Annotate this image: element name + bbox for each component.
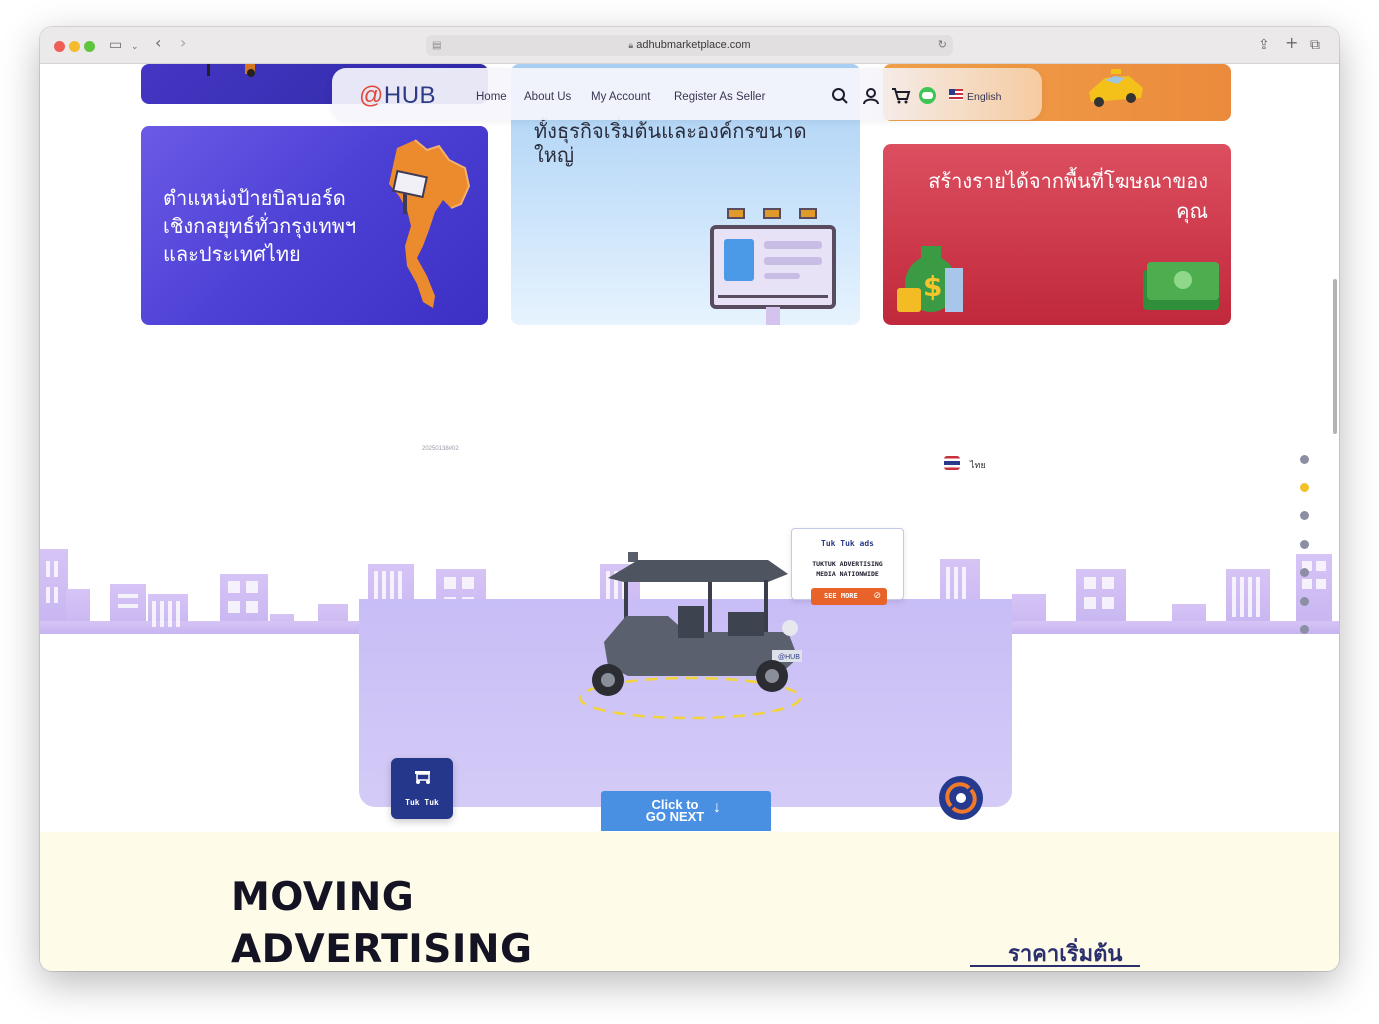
cart-icon[interactable] xyxy=(891,87,911,105)
section-heading-line-2: ADVERTISING xyxy=(231,927,533,971)
svg-text:$: $ xyxy=(923,270,942,303)
page-viewport: ทั้งธุรกิจเริ่มต้นและองค์กรขนาด ใหญ่ ตำแ… xyxy=(40,64,1339,971)
logo-symbol: @ xyxy=(359,82,384,109)
tuktuk-category-button[interactable]: Tuk Tuk xyxy=(391,758,453,819)
section-dot[interactable] xyxy=(1300,568,1309,577)
page-settings-icon[interactable]: ▤ xyxy=(432,35,441,56)
tuktuk-category-label: Tuk Tuk xyxy=(405,798,439,807)
go-next-label-2: GO NEXT xyxy=(645,809,705,824)
see-more-button[interactable]: SEE MORE ⊘ xyxy=(811,588,887,605)
see-more-label: SEE MORE xyxy=(824,592,858,600)
chat-search-icon: ⊘ xyxy=(873,590,881,600)
sidebar-toggle-icon[interactable]: ▭ xyxy=(109,37,122,53)
language-selector[interactable]: English xyxy=(967,91,1001,103)
forward-button[interactable]: › xyxy=(180,35,186,51)
user-icon[interactable] xyxy=(862,87,880,105)
share-icon[interactable]: ⇪ xyxy=(1258,37,1270,53)
section-dot[interactable] xyxy=(1300,625,1309,634)
logo-text: HUB xyxy=(383,82,437,109)
site-logo[interactable]: @HUB xyxy=(359,82,436,110)
rotate-view-icon[interactable] xyxy=(939,776,983,820)
back-button[interactable]: ‹ xyxy=(155,35,161,51)
line-chat-icon[interactable] xyxy=(919,87,936,104)
price-underline xyxy=(970,965,1140,967)
section-dot[interactable] xyxy=(1300,511,1309,520)
hero-code-text: 20250138#02 xyxy=(422,446,459,452)
card-business-text: ทั้งธุรกิจเริ่มต้นและองค์กรขนาด ใหญ่ xyxy=(534,119,807,167)
thai-language-link[interactable]: ไทย xyxy=(970,458,986,472)
tuktuk-vehicle-illustration[interactable]: @HUB xyxy=(568,546,813,721)
section-heading: MOVING ADVERTISING xyxy=(231,872,533,971)
money-bag-illustration: $ xyxy=(897,246,963,312)
section-dot[interactable] xyxy=(1300,540,1309,549)
card-revenue-text: สร้างรายได้จากพื้นที่โฆษณาของ คุณ xyxy=(928,169,1208,223)
vehicle-illustration xyxy=(207,64,255,77)
url-text: adhubmarketplace.com xyxy=(636,39,751,51)
lock-icon: 🔒︎ xyxy=(628,40,634,50)
minimize-window-button[interactable] xyxy=(69,41,80,52)
reload-icon[interactable]: ↻ xyxy=(938,35,947,56)
bubble-subtitle-2: MEDIA NATIONWIDE xyxy=(816,570,879,578)
tab-overview-icon[interactable]: ⧉ xyxy=(1310,37,1320,53)
card-revenue: สร้างรายได้จากพื้นที่โฆษณาของ คุณ $ xyxy=(883,144,1231,325)
section-heading-line-1: MOVING xyxy=(231,875,415,920)
browser-window: ▭ ⌄ ‹ › ▤ 🔒︎ adhubmarketplace.com ↻ ⇪ + … xyxy=(40,27,1339,971)
page-scrollbar[interactable] xyxy=(1333,279,1337,434)
nav-account-link[interactable]: My Account xyxy=(591,91,650,103)
chevron-down-icon[interactable]: ⌄ xyxy=(131,39,139,55)
taxi-illustration xyxy=(1089,69,1143,107)
moving-advertising-section: MOVING ADVERTISING ราคาเริ่มต้น xyxy=(40,832,1339,971)
new-tab-icon[interactable]: + xyxy=(1285,35,1298,51)
nav-register-link[interactable]: Register As Seller xyxy=(674,91,765,103)
billboard-illustration xyxy=(710,208,836,325)
tuktuk-icon xyxy=(415,771,430,784)
close-window-button[interactable] xyxy=(54,41,65,52)
search-icon[interactable] xyxy=(831,87,849,105)
card-billboard-text: ตำแหน่งป้ายบิลบอร์ด เชิงกลยุทธ์ทั่วกรุงเ… xyxy=(163,186,357,266)
section-dot[interactable] xyxy=(1300,455,1309,464)
thailand-map-illustration xyxy=(389,139,471,308)
section-dot-active[interactable] xyxy=(1300,483,1309,492)
vehicle-badge-text: @HUB xyxy=(778,654,800,661)
cash-stack-illustration xyxy=(1143,262,1219,310)
go-next-button[interactable]: Click to GO NEXT ↓ xyxy=(601,791,771,831)
nav-home-link[interactable]: Home xyxy=(476,91,507,103)
nav-about-link[interactable]: About Us xyxy=(524,91,571,103)
us-flag-icon xyxy=(949,89,963,100)
site-navbar: @HUB Home About Us My Account Register A… xyxy=(332,68,1042,120)
thai-flag-icon[interactable] xyxy=(944,456,960,470)
zoom-window-button[interactable] xyxy=(84,41,95,52)
browser-toolbar: ▭ ⌄ ‹ › ▤ 🔒︎ adhubmarketplace.com ↻ ⇪ + … xyxy=(40,27,1339,64)
bubble-subtitle-1: TUKTUK ADVERTISING xyxy=(812,560,883,568)
bubble-title: Tuk Tuk ads xyxy=(821,539,874,548)
section-dot[interactable] xyxy=(1300,597,1309,606)
card-billboard: ตำแหน่งป้ายบิลบอร์ด เชิงกลยุทธ์ทั่วกรุงเ… xyxy=(141,126,488,325)
address-bar[interactable]: ▤ 🔒︎ adhubmarketplace.com ↻ xyxy=(426,35,953,56)
arrow-down-icon: ↓ xyxy=(713,799,721,816)
